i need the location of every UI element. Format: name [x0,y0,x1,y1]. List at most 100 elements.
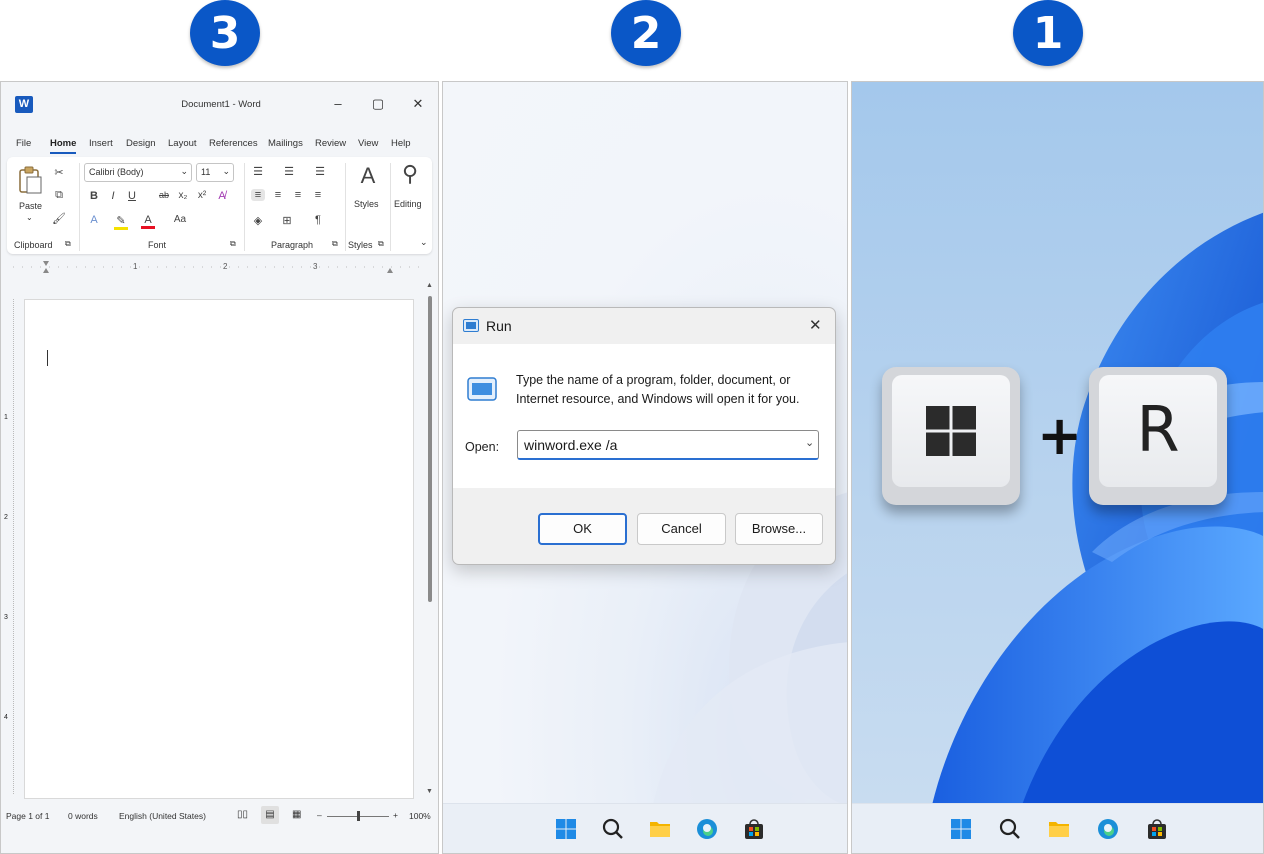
run-description: Type the name of a program, folder, docu… [516,373,800,406]
strikethrough-button[interactable]: ab [157,190,171,200]
search-icon[interactable] [998,817,1022,841]
maximize-button[interactable]: ▢ [367,94,389,114]
paste-chevron-down-icon[interactable]: ⌄ [26,213,33,222]
zoom-out-button[interactable]: – [317,810,322,820]
clear-formatting-icon[interactable]: A̸ [215,190,229,202]
ruler-number: 2 [4,514,8,521]
word-count[interactable]: 0 words [68,811,98,821]
file-explorer-icon[interactable] [1047,817,1071,841]
highlight-icon[interactable]: ✎ [114,214,128,230]
close-icon[interactable]: ✕ [809,316,822,334]
chevron-down-icon[interactable]: ⌄ [805,436,814,449]
editing-button[interactable]: Editing [394,199,422,209]
font-family-select[interactable]: Calibri (Body) ⌄ [84,163,192,182]
ribbon-collapse-chevron-icon[interactable]: ⌄ [420,237,428,248]
tab-insert[interactable]: Insert [89,138,113,149]
tab-home[interactable]: Home [50,138,77,154]
document-title: Document1 - Word [181,99,261,110]
plus-sign: + [1037,404,1083,467]
tab-references[interactable]: References [209,138,258,149]
file-explorer-icon[interactable] [648,817,672,841]
run-dialog: Run ✕ Type the name of a program, folder… [452,307,836,565]
superscript-button[interactable]: x² [195,190,209,201]
windows-start-icon[interactable] [949,817,973,841]
multilevel-list-icon[interactable]: ☰ [313,165,327,178]
close-button[interactable]: ✕ [407,94,429,114]
browse-button[interactable]: Browse... [735,513,823,545]
ribbon-separator [244,163,245,251]
run-desktop: Run ✕ Type the name of a program, folder… [442,81,848,854]
chevron-down-icon: ⌄ [222,166,230,176]
windows-start-icon[interactable] [554,817,578,841]
cut-icon[interactable]: ✂ [52,166,66,179]
zoom-level[interactable]: 100% [409,811,431,821]
ribbon: Paste ⌄ ✂ ⧉ 🖌 Clipboard ⧉ Calibri (Body)… [7,157,432,254]
ribbon-separator [79,163,80,251]
styles-icon[interactable]: A [357,163,379,189]
language-status[interactable]: English (United States) [119,811,206,821]
align-left-icon[interactable]: ≡ [251,189,265,201]
read-mode-icon[interactable]: ▯▯ [237,809,248,820]
cancel-button[interactable]: Cancel [637,513,726,545]
tab-view[interactable]: View [358,138,378,149]
font-launcher-icon[interactable]: ⧉ [230,239,236,249]
open-input[interactable]: winword.exe /a ⌄ [517,430,819,460]
taskbar [443,803,847,853]
web-layout-icon[interactable]: ▦ [292,809,301,820]
italic-button[interactable]: I [106,190,120,202]
styles-group-label: Styles [348,240,373,250]
edge-icon[interactable] [1096,817,1120,841]
edge-icon[interactable] [695,817,719,841]
tab-review[interactable]: Review [315,138,346,149]
font-color-icon[interactable]: A [141,214,155,229]
justify-icon[interactable]: ≡ [311,189,325,201]
format-painter-icon[interactable]: 🖌 [52,212,66,225]
tab-design[interactable]: Design [126,138,156,149]
document-page[interactable] [24,299,414,799]
zoom-slider-thumb[interactable] [357,811,360,821]
styles-launcher-icon[interactable]: ⧉ [378,239,384,249]
vertical-scrollbar[interactable]: ▲ ▼ [426,282,434,802]
shading-icon[interactable]: ◈ [251,214,265,227]
borders-icon[interactable]: ⊞ [280,214,294,227]
status-bar: Page 1 of 1 0 words English (United Stat… [1,804,438,828]
change-case-button[interactable]: Aa [170,214,190,225]
scroll-up-arrow-icon[interactable]: ▲ [426,282,433,289]
store-icon[interactable] [742,817,766,841]
align-center-icon[interactable]: ≡ [271,189,285,201]
ruler-number: 1 [133,262,138,271]
ok-button[interactable]: OK [538,513,627,545]
minimize-button[interactable]: – [327,94,349,114]
align-right-icon[interactable]: ≡ [291,189,305,201]
show-formatting-button[interactable]: ¶ [311,214,325,226]
numbering-icon[interactable]: ☰ [282,165,296,178]
page-count[interactable]: Page 1 of 1 [6,811,49,821]
tab-file[interactable]: File [16,138,31,149]
bullets-icon[interactable]: ☰ [251,165,265,178]
subscript-button[interactable]: x₂ [176,190,190,201]
paragraph-launcher-icon[interactable]: ⧉ [332,239,338,249]
scrollbar-thumb[interactable] [428,296,432,602]
font-family-value: Calibri (Body) [89,167,144,177]
tab-mailings[interactable]: Mailings [268,138,303,149]
tab-layout[interactable]: Layout [168,138,197,149]
ruler-number: 1 [4,414,8,421]
paste-button[interactable]: Paste [19,201,42,211]
styles-button[interactable]: Styles [354,199,379,209]
print-layout-icon[interactable]: ▤ [261,806,279,824]
clipboard-launcher-icon[interactable]: ⧉ [65,239,71,249]
paste-icon[interactable] [17,165,43,195]
font-size-select[interactable]: 11 ⌄ [196,163,234,182]
bold-button[interactable]: B [87,190,101,202]
editing-search-icon[interactable]: ⚲ [399,161,421,187]
zoom-in-button[interactable]: + [393,810,398,820]
search-icon[interactable] [601,817,625,841]
tab-help[interactable]: Help [391,138,411,149]
scroll-down-arrow-icon[interactable]: ▼ [426,788,433,795]
open-input-value: winword.exe /a [524,437,618,453]
copy-icon[interactable]: ⧉ [52,189,66,202]
windows-logo-icon [926,406,976,456]
store-icon[interactable] [1145,817,1169,841]
underline-button[interactable]: U [125,190,139,202]
text-effects-icon[interactable]: A [87,214,101,226]
